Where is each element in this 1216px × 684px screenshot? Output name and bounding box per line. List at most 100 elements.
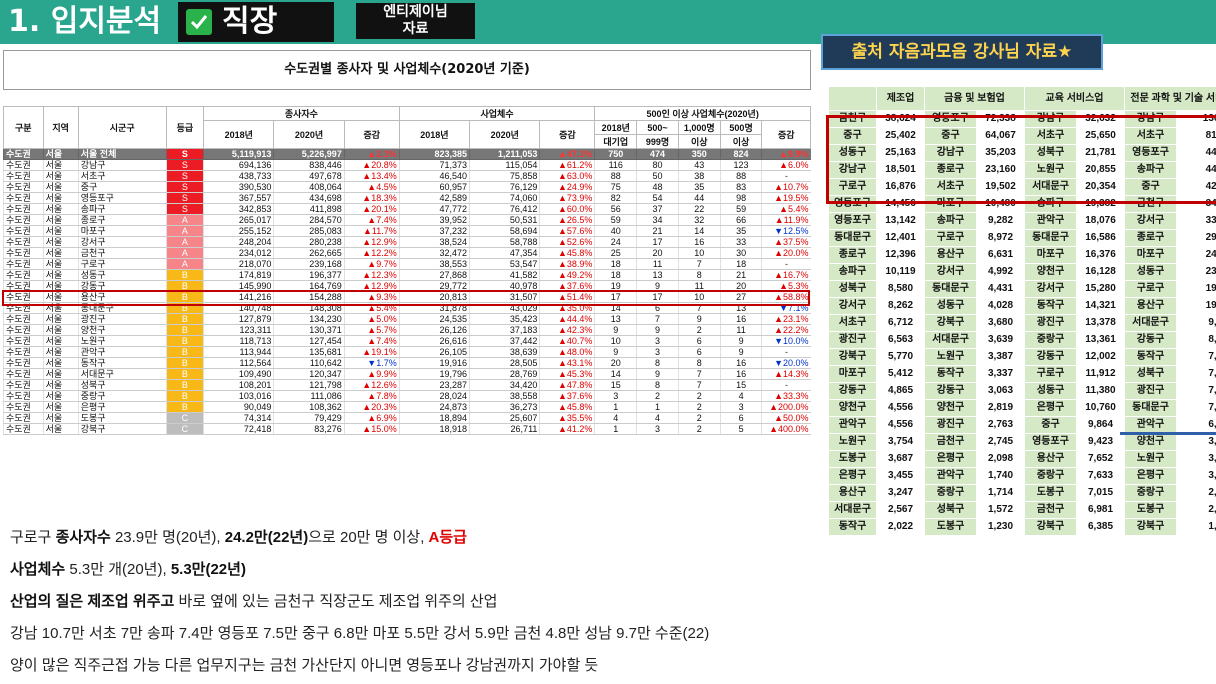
table-cell: 37,232	[398, 225, 470, 237]
table-cell: ▲43.1%	[539, 357, 595, 369]
table-cell: ▼12.5%	[761, 225, 811, 237]
col-l500pb: 이상	[719, 134, 763, 149]
table-row: 수도권 서울 은평구 B 90,049 108,362 ▲20.3% 24,873 36,273…	[3, 401, 811, 413]
grade-badge: A	[165, 236, 204, 248]
rt-head-finance: 금융 및 보험업	[923, 86, 1026, 111]
table-cell: 26,711	[469, 423, 540, 435]
table-cell: 43	[677, 159, 721, 171]
rank-row: 서초구 6,712 강북구 3,680 광진구 13,378 서대문구 9,	[828, 314, 1216, 332]
rank-cell: 용산구	[1124, 297, 1178, 315]
table-row: 수도권 서울 강남구 S 694,136 838,446 ▲20.8% 71,373 115,0…	[3, 159, 811, 171]
table-cell: 노원구	[77, 335, 167, 347]
table-cell: 39,952	[398, 214, 470, 226]
table-cell: 18	[719, 258, 762, 270]
rank-cell: 양천구	[828, 399, 877, 417]
rank-cell: 19,	[1176, 280, 1216, 298]
rank-cell: 6,631	[975, 246, 1026, 264]
table-cell: 37	[636, 203, 679, 215]
rank-cell: 광진구	[924, 416, 977, 434]
rank-cell: 14,321	[1076, 297, 1126, 315]
rank-cell: 6,	[1176, 416, 1216, 434]
rank-cell: 4,556	[876, 416, 925, 434]
table-cell: ▲20.1%	[343, 203, 400, 215]
table-row: 수도권 서울 성북구 B 108,201 121,798 ▲12.6% 23,287 34,42…	[3, 379, 811, 391]
table-cell: 474	[636, 148, 679, 160]
table-cell: 성동구	[77, 269, 167, 281]
table-cell: 83,276	[273, 423, 345, 435]
table-cell: 서울	[42, 335, 79, 347]
rank-cell: 9,423	[1076, 433, 1126, 451]
table-cell: 1,211,053	[469, 148, 540, 160]
table-cell: 3	[719, 401, 762, 413]
table-cell: 103,016	[203, 390, 274, 402]
table-cell: 21	[636, 225, 679, 237]
rank-cell: 16,586	[1076, 229, 1126, 247]
table-row: 수도권 서울 양천구 B 123,311 130,371 ▲5.7% 26,126 37,183…	[3, 324, 811, 336]
rank-cell: 중랑구	[1024, 467, 1078, 485]
rank-cell: 관악구	[924, 467, 977, 485]
table-cell: 17	[636, 236, 679, 248]
rank-cell: 강북구	[1124, 518, 1178, 536]
table-cell: ▲48.0%	[539, 346, 595, 358]
table-cell: 서초구	[77, 170, 167, 182]
note2-c: 5.3만(22년)	[170, 561, 246, 578]
table-cell: ▲24.9%	[539, 181, 595, 193]
rank-cell: 19,	[1176, 297, 1216, 315]
rank-cell: 11,380	[1076, 382, 1126, 400]
table-cell: 25,607	[469, 412, 540, 424]
rank-cell: 5,412	[876, 365, 925, 383]
rank-cell: 구로구	[1024, 365, 1078, 383]
checkbox-checked-icon	[186, 9, 212, 35]
rank-cell: 강서구	[1024, 280, 1078, 298]
table-cell: 37,442	[469, 335, 540, 347]
rank-cell: 송파구	[924, 212, 977, 230]
table-cell: 서울 전체	[77, 148, 167, 160]
table-cell: ▲73.9%	[539, 192, 595, 204]
table-cell: 서울	[42, 401, 79, 413]
table-cell: 262,665	[273, 247, 345, 259]
rank-row: 동작구 2,022 도봉구 1,230 강북구 6,385 강북구 1,	[828, 518, 1216, 536]
rank-cell: 관악구	[1124, 416, 1178, 434]
table-cell: ▲6.0%	[761, 159, 811, 171]
rank-cell: 2,	[1176, 484, 1216, 502]
table-cell: 88	[719, 170, 762, 182]
table-cell: 서울	[42, 357, 79, 369]
table-cell: ▲7.8%	[343, 390, 400, 402]
rank-cell: 1,714	[975, 484, 1026, 502]
table-cell: 123,311	[203, 324, 274, 336]
rank-cell: 성동구	[1024, 382, 1078, 400]
col-l500b: 999명	[636, 134, 679, 149]
table-cell: 66	[719, 214, 762, 226]
table-cell: 248,204	[203, 236, 274, 248]
rank-cell: 성북구	[1124, 365, 1178, 383]
rank-cell: 서대문구	[828, 501, 877, 519]
table-cell: 1	[636, 401, 679, 413]
table-cell: 서울	[42, 269, 79, 281]
rank-cell: 3,754	[876, 433, 925, 451]
rank-cell: 6,981	[1076, 501, 1126, 519]
table-cell: ▲38.9%	[539, 258, 595, 270]
grade-badge: S	[165, 192, 204, 204]
grade-badge: B	[165, 269, 204, 281]
table-cell: 16	[719, 313, 762, 325]
table-cell: 수도권	[3, 214, 44, 226]
rank-cell: 마포구	[1024, 246, 1078, 264]
page-title: 1. 입지분석	[8, 4, 162, 39]
table-cell: 관악구	[77, 346, 167, 358]
table-cell: 서울	[42, 170, 79, 182]
grade-badge: S	[165, 203, 204, 215]
table-cell: 234,012	[203, 247, 274, 259]
table-cell: 27,868	[398, 269, 470, 281]
rank-cell: 8,580	[876, 280, 925, 298]
table-cell: ▲2.1%	[343, 148, 400, 160]
col-fchg: 증감	[539, 120, 596, 149]
table-cell: 218,070	[203, 258, 274, 270]
rank-cell: 7,	[1176, 365, 1216, 383]
author-tag-line2: 자료	[402, 21, 429, 37]
rank-cell: 4,431	[975, 280, 1026, 298]
table-cell: 350	[677, 148, 721, 160]
rank-cell: 18,076	[1076, 212, 1126, 230]
table-cell: 239,168	[273, 258, 345, 270]
rank-cell: 11,912	[1076, 365, 1126, 383]
rank-cell: 영등포구	[1024, 433, 1078, 451]
